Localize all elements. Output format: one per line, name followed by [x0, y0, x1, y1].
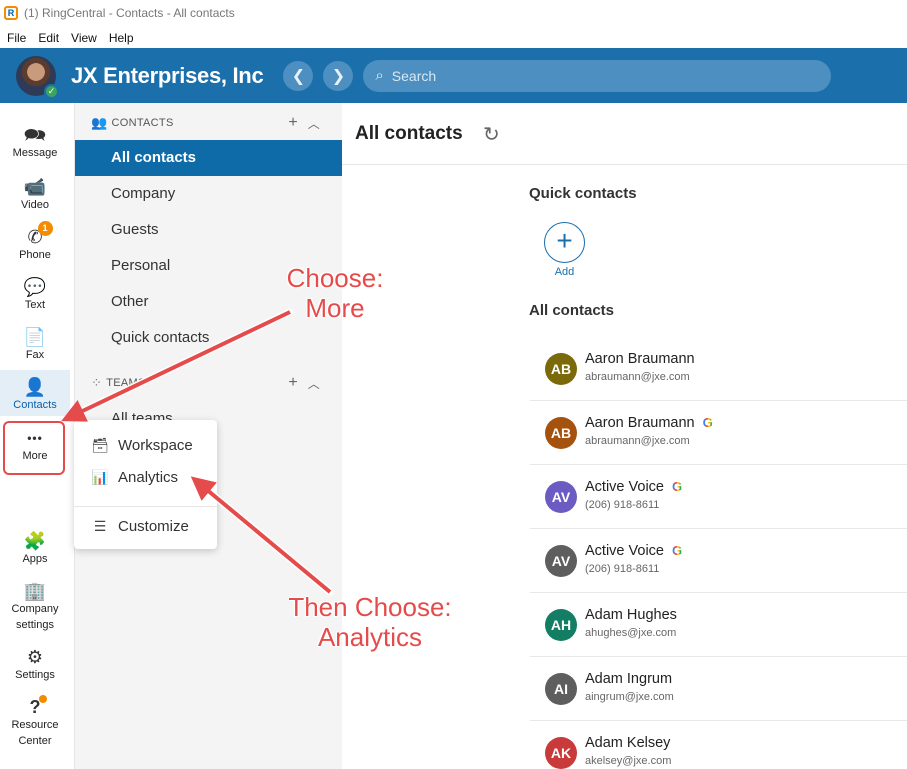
annotation-choose-more: Choose: More [286, 263, 384, 323]
annotation-then-choose-analytics: Then Choose: Analytics [288, 592, 452, 652]
annotation-arrows [61, 308, 334, 596]
arrow-to-analytics [190, 476, 332, 594]
arrow-to-more [61, 310, 291, 422]
